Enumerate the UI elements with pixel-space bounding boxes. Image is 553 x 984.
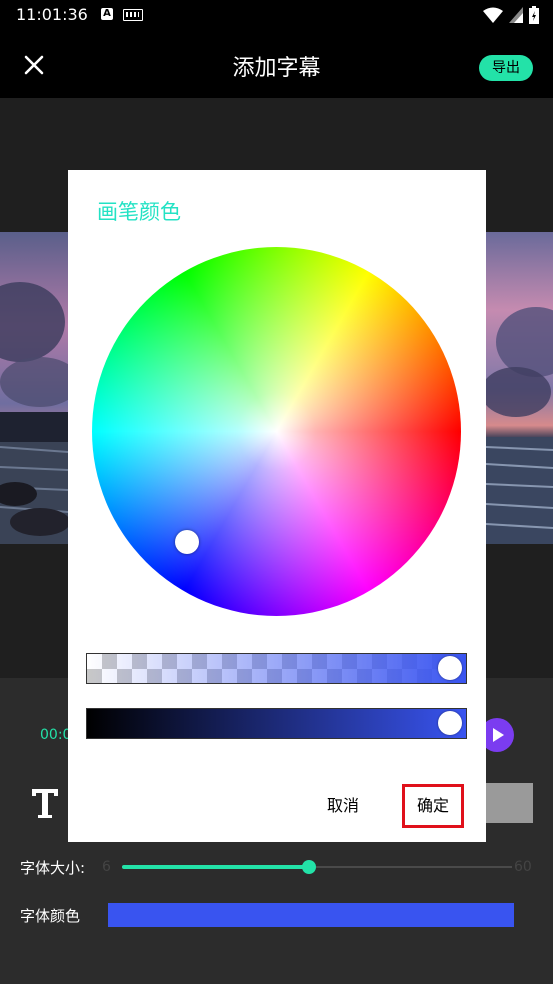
video-frame-left: [0, 232, 68, 544]
font-size-label: 字体大小:: [20, 859, 86, 877]
cancel-button[interactable]: 取消: [327, 792, 359, 816]
alpha-slider[interactable]: [86, 653, 467, 684]
sunset-image: [486, 232, 553, 544]
font-color-label: 字体颜色: [20, 907, 81, 925]
brightness-slider-thumb[interactable]: [438, 711, 462, 735]
timecode: 00:0: [40, 727, 68, 743]
alpha-slider-thumb[interactable]: [438, 656, 462, 680]
battery-icon: [529, 6, 539, 24]
color-wheel-thumb[interactable]: [175, 530, 199, 554]
page-title: 添加字幕: [232, 56, 321, 81]
color-picker-dialog: 画笔颜色 取消 确定: [68, 170, 486, 842]
font-size-slider[interactable]: [122, 860, 512, 874]
video-frame-right: [486, 232, 553, 544]
keyboard-icon: [123, 9, 143, 21]
top-bar: 添加字幕 导出: [0, 32, 553, 98]
font-color-swatch[interactable]: [108, 903, 514, 927]
confirm-button[interactable]: 确定: [402, 784, 464, 828]
wifi-icon: [483, 7, 503, 23]
export-button[interactable]: 导出: [479, 55, 533, 81]
font-size-max: 60: [514, 859, 532, 875]
font-size-min: 6: [102, 859, 111, 875]
color-wheel[interactable]: [92, 247, 461, 616]
sunset-image: [0, 232, 68, 544]
a-icon: A: [101, 8, 113, 20]
brightness-slider[interactable]: [86, 708, 467, 739]
status-time: 11:01:36: [16, 5, 88, 24]
dialog-title: 画笔颜色: [97, 200, 181, 224]
subtitle-text-input[interactable]: [486, 783, 533, 823]
font-size-slider-fill: [122, 865, 310, 869]
status-bar: 11:01:36 A: [0, 0, 553, 32]
signal-icon: [509, 7, 523, 23]
text-tool-button[interactable]: [30, 786, 60, 820]
status-icons: [483, 6, 539, 24]
text-icon: [32, 789, 58, 818]
